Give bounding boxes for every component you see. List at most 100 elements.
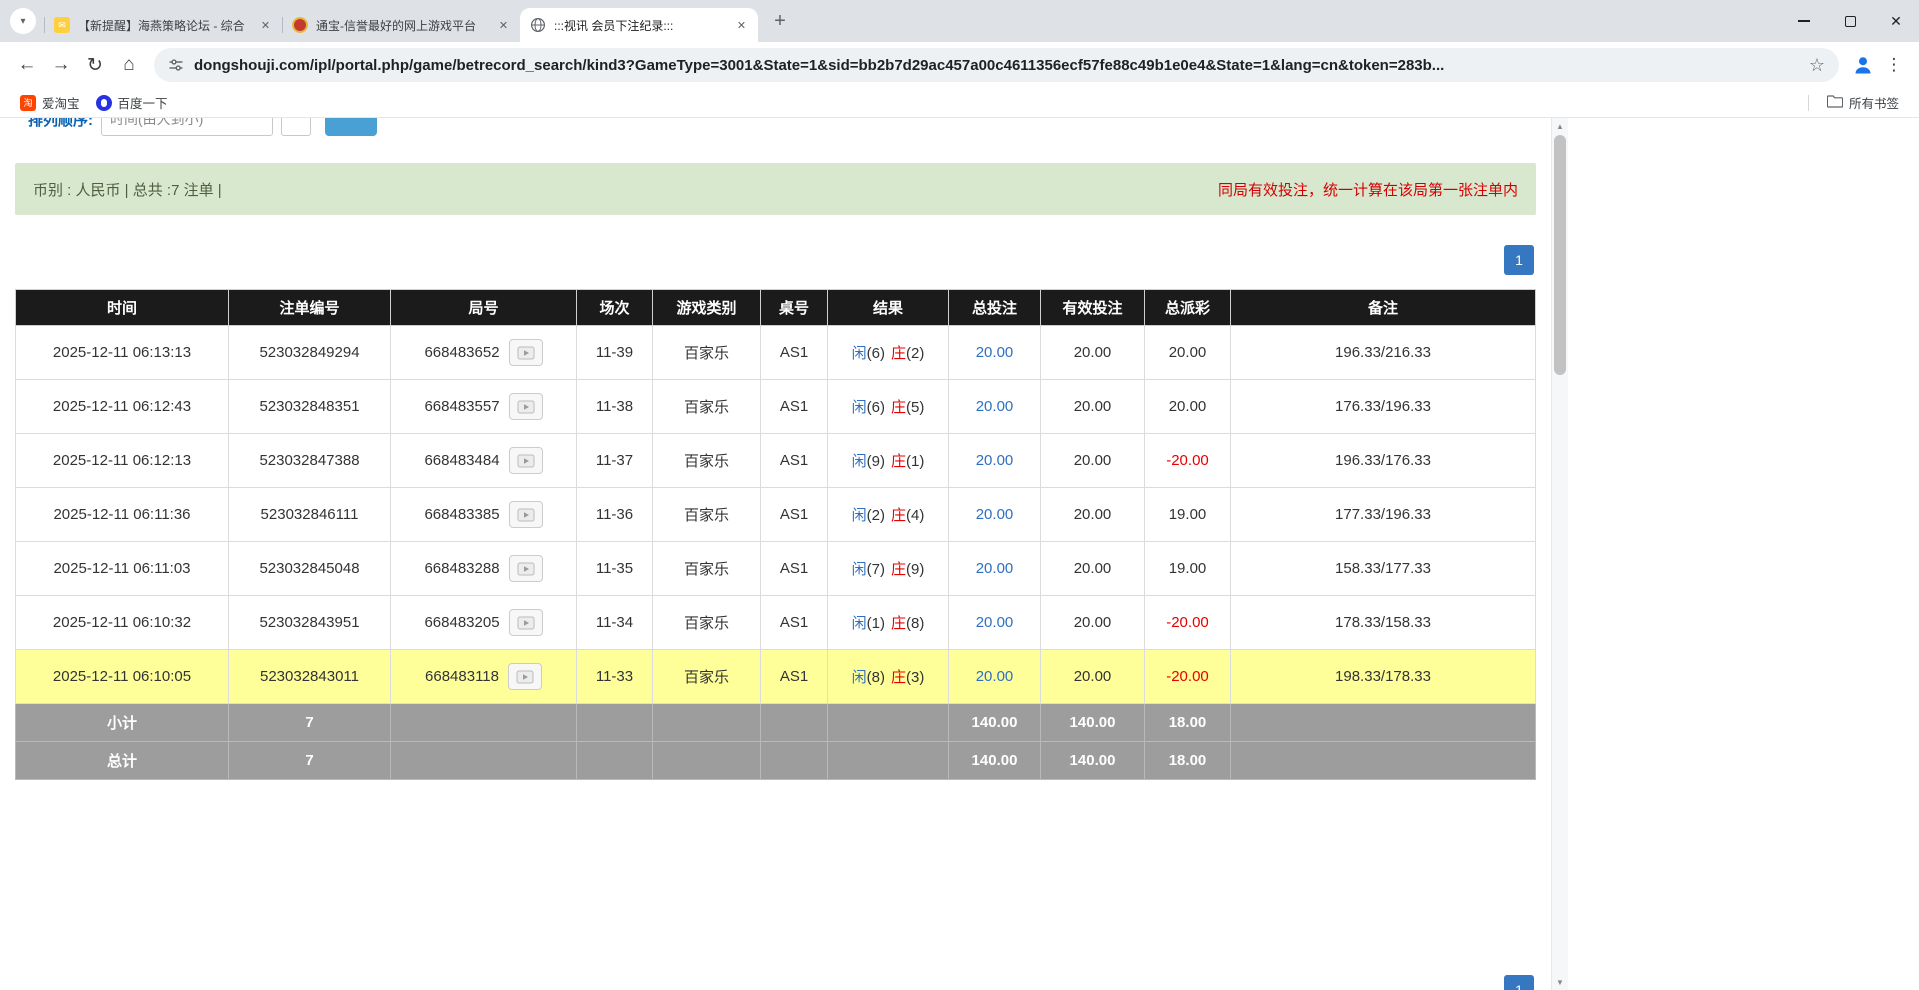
total-bet-link[interactable]: 20.00	[976, 344, 1014, 361]
home-button[interactable]: ⌂	[112, 48, 146, 82]
plus-icon: +	[774, 10, 786, 33]
cell-total-payout: 19.00	[1145, 542, 1231, 596]
sort-filter-input[interactable]	[101, 118, 273, 136]
cell-result: 闲(9)庄(1)	[828, 434, 949, 488]
empty-cell	[1231, 742, 1536, 780]
new-tab-button[interactable]: +	[766, 7, 794, 35]
cell-result: 闲(1)庄(8)	[828, 596, 949, 650]
cell-valid-bet: 20.00	[1041, 434, 1145, 488]
back-button[interactable]: ←	[10, 48, 44, 82]
round-number: 668483484	[424, 452, 499, 469]
filter-select[interactable]	[281, 118, 311, 136]
col-total-bet: 总投注	[949, 290, 1041, 326]
col-table-no: 桌号	[761, 290, 828, 326]
replay-button[interactable]	[509, 447, 543, 474]
empty-cell	[653, 704, 761, 742]
result-banker-label: 庄	[891, 615, 906, 632]
cell-bet-id: 523032849294	[229, 326, 391, 380]
replay-button[interactable]	[509, 393, 543, 420]
replay-button[interactable]	[509, 339, 543, 366]
cell-session: 11-39	[577, 326, 653, 380]
forward-button[interactable]: →	[44, 48, 78, 82]
cell-time: 2025-12-11 06:12:13	[16, 434, 229, 488]
bookmark-aitaobao[interactable]: 淘 爱淘宝	[12, 90, 88, 115]
empty-cell	[828, 704, 949, 742]
tab-close-icon[interactable]: ✕	[733, 17, 750, 34]
tab-title: 通宝-信誉最好的网上游戏平台	[316, 17, 489, 34]
total-bet-link[interactable]: 20.00	[976, 560, 1014, 577]
cell-bet-id: 523032847388	[229, 434, 391, 488]
reload-button[interactable]: ↻	[78, 48, 112, 82]
folder-icon	[1827, 94, 1843, 111]
site-settings-icon[interactable]	[168, 57, 184, 73]
tab-tongbao[interactable]: 通宝-信誉最好的网上游戏平台 ✕	[282, 8, 520, 42]
filter-row: 排列顺序:	[28, 118, 377, 136]
tab-close-icon[interactable]: ✕	[495, 17, 512, 34]
total-total-bet: 140.00	[949, 742, 1041, 780]
cell-game-type: 百家乐	[653, 650, 761, 704]
result-banker-label: 庄	[891, 345, 906, 362]
cell-table-no: AS1	[761, 326, 828, 380]
page-1-button[interactable]: 1	[1504, 245, 1534, 275]
total-bet-link[interactable]: 20.00	[976, 614, 1014, 631]
result-player-label: 闲	[852, 345, 867, 362]
baidu-icon	[96, 95, 112, 111]
cell-total-payout: -20.00	[1145, 596, 1231, 650]
bookmark-baidu[interactable]: 百度一下	[88, 90, 176, 115]
cell-total-payout: 20.00	[1145, 380, 1231, 434]
replay-button[interactable]	[509, 609, 543, 636]
cell-note: 196.33/176.33	[1231, 434, 1536, 488]
video-replay-icon	[517, 454, 535, 468]
replay-button[interactable]	[509, 501, 543, 528]
total-bet-link[interactable]: 20.00	[976, 452, 1014, 469]
scroll-up-icon[interactable]: ▲	[1552, 118, 1568, 134]
result-player-label: 闲	[852, 561, 867, 578]
browser-menu-button[interactable]: ⋮	[1879, 49, 1909, 81]
tab-forum[interactable]: ✉ 【新提醒】海燕策略论坛 - 综合 ✕	[44, 8, 282, 42]
page-scrollbar[interactable]: ▲ ▼	[1551, 118, 1568, 990]
cell-valid-bet: 20.00	[1041, 542, 1145, 596]
maximize-button[interactable]	[1827, 0, 1873, 42]
table-footer: 小计 7 140.00 140.00 18.00 总计 7	[16, 704, 1536, 780]
close-window-button[interactable]: ✕	[1873, 0, 1919, 42]
cell-round: 668483385	[391, 488, 577, 542]
total-bet-link[interactable]: 20.00	[976, 398, 1014, 415]
cell-valid-bet: 20.00	[1041, 650, 1145, 704]
empty-cell	[761, 704, 828, 742]
search-button[interactable]	[325, 118, 377, 136]
page-1-button-bottom[interactable]: 1	[1504, 975, 1534, 990]
round-number: 668483385	[424, 506, 499, 523]
total-bet-link[interactable]: 20.00	[976, 506, 1014, 523]
tab-close-icon[interactable]: ✕	[257, 17, 274, 34]
cell-total-bet: 20.00	[949, 650, 1041, 704]
cell-total-bet: 20.00	[949, 434, 1041, 488]
tab-list-button[interactable]: ▾	[10, 8, 36, 34]
result-player-value: (6)	[867, 345, 885, 362]
cell-game-type: 百家乐	[653, 596, 761, 650]
bookmark-star-icon[interactable]: ☆	[1809, 55, 1825, 76]
cell-table-no: AS1	[761, 488, 828, 542]
bet-record-table: 时间 注单编号 局号 场次 游戏类别 桌号 结果 总投注 有效投注 总派彩 备注…	[15, 289, 1536, 780]
result-banker-value: (5)	[906, 399, 924, 416]
total-valid-bet: 140.00	[1041, 742, 1145, 780]
replay-button[interactable]	[508, 663, 542, 690]
table-body: 2025-12-11 06:13:13 523032849294 6684836…	[16, 326, 1536, 704]
result-player-value: (8)	[867, 669, 885, 686]
scroll-down-icon[interactable]: ▼	[1552, 974, 1568, 990]
cell-table-no: AS1	[761, 596, 828, 650]
table-row: 2025-12-11 06:12:13 523032847388 6684834…	[16, 434, 1536, 488]
cell-time: 2025-12-11 06:11:03	[16, 542, 229, 596]
profile-avatar[interactable]	[1847, 49, 1879, 81]
tab-bet-record[interactable]: :::视讯 会员下注纪录::: ✕	[520, 8, 758, 42]
total-bet-link[interactable]: 20.00	[976, 668, 1014, 685]
cell-total-bet: 20.00	[949, 326, 1041, 380]
replay-button[interactable]	[509, 555, 543, 582]
total-label: 总计	[16, 742, 229, 780]
minimize-button[interactable]	[1781, 0, 1827, 42]
cell-result: 闲(7)庄(9)	[828, 542, 949, 596]
total-row: 总计 7 140.00 140.00 18.00	[16, 742, 1536, 780]
result-banker-value: (1)	[906, 453, 924, 470]
scrollbar-thumb[interactable]	[1554, 135, 1566, 375]
all-bookmarks-button[interactable]: 所有书签	[1819, 90, 1907, 115]
address-bar[interactable]: dongshouji.com/ipl/portal.php/game/betre…	[154, 48, 1839, 82]
